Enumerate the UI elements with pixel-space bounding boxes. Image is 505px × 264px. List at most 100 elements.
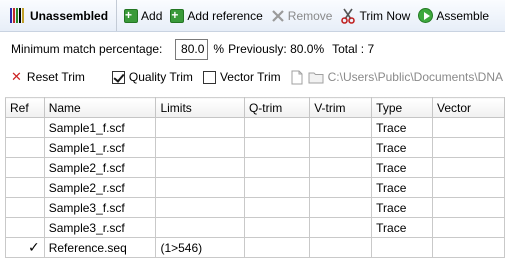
type-cell[interactable]: Trace [371,117,434,138]
v-trim-cell[interactable] [309,237,373,258]
panel-title-label: Unassembled [30,8,109,23]
trim-options-row: ✕ Reset Trim Quality Trim Vector Trim C:… [11,65,505,89]
sequence-grid: Ref Name Limits Q-trim V-trim Type Vecto… [5,97,505,258]
v-trim-cell[interactable] [309,177,373,198]
file-icon[interactable] [291,70,303,85]
table-row[interactable]: Sample2_f.scf Trace [5,157,505,178]
barcode-icon [10,8,24,23]
toolbar: Unassembled + Add + Add reference Remove… [0,0,505,32]
assemble-button-label: Assemble [436,8,490,23]
vector-cell[interactable] [432,197,505,218]
q-trim-cell[interactable] [243,117,311,138]
column-header-limits[interactable]: Limits [155,97,245,118]
limits-cell[interactable]: (1>546) [155,237,245,258]
vector-cell[interactable] [432,217,505,238]
folder-icon[interactable] [308,70,324,84]
v-trim-cell[interactable] [309,137,373,158]
ref-cell[interactable] [5,177,45,198]
vector-cell[interactable] [432,117,505,138]
limits-cell[interactable] [155,157,245,178]
percent-sign: % [213,42,225,56]
column-header-name[interactable]: Name [43,97,157,118]
previously-text: Previously: 80.0% [228,42,325,56]
limits-cell[interactable] [155,217,245,238]
table-row[interactable]: Sample1_f.scf Trace [5,117,505,138]
plus-icon: + [170,8,185,23]
quality-trim-check-box[interactable] [111,70,125,84]
plus-icon: + [124,8,139,23]
table-row[interactable]: Sample2_r.scf Trace [5,177,505,198]
q-trim-cell[interactable] [243,157,311,178]
add-button-label: Add [141,8,163,23]
type-cell[interactable]: Trace [371,137,434,158]
q-trim-cell[interactable] [243,177,311,198]
limits-cell[interactable] [155,177,245,198]
limits-cell[interactable] [155,197,245,218]
type-cell[interactable]: Trace [371,157,434,178]
x-icon [271,9,285,23]
match-options-row: Minimum match percentage: % Previously: … [11,37,374,61]
min-match-input[interactable] [175,38,209,60]
assemble-button[interactable]: Assemble [414,0,493,31]
vector-trim-label: Vector Trim [219,70,281,84]
vector-cell[interactable] [432,157,505,178]
q-trim-cell[interactable] [243,237,311,258]
add-reference-button-label: Add reference [187,8,263,23]
add-button[interactable]: + Add [120,0,166,31]
q-trim-cell[interactable] [243,137,311,158]
table-row[interactable]: Sample3_r.scf Trace [5,217,505,238]
name-cell[interactable]: Sample3_r.scf [43,217,157,238]
q-trim-cell[interactable] [243,197,311,218]
ref-cell[interactable]: ✓ [5,237,45,258]
ref-cell[interactable] [5,197,45,218]
limits-cell[interactable] [155,137,245,158]
name-cell[interactable]: Sample3_f.scf [43,197,157,218]
remove-button[interactable]: Remove [267,0,337,31]
panel-title: Unassembled [0,0,118,31]
vector-trim-check-box[interactable] [202,70,216,84]
table-row[interactable]: Sample1_r.scf Trace [5,137,505,158]
reset-trim-button[interactable]: ✕ Reset Trim [11,69,85,85]
column-header-vector[interactable]: Vector [432,97,505,118]
column-header-q-trim[interactable]: Q-trim [243,97,311,118]
name-cell[interactable]: Reference.seq [43,237,157,258]
total-text: Total : 7 [332,42,375,56]
quality-trim-label: Quality Trim [128,70,193,84]
scissors-icon [340,8,356,24]
type-cell[interactable]: Trace [371,217,434,238]
quality-trim-checkbox[interactable]: Quality Trim [111,70,193,84]
v-trim-cell[interactable] [309,197,373,218]
play-icon [418,8,434,23]
min-match-label: Minimum match percentage: [11,42,163,56]
type-cell[interactable]: Trace [371,197,434,218]
column-header-ref[interactable]: Ref [5,97,45,118]
vector-trim-checkbox[interactable]: Vector Trim [202,70,281,84]
name-cell[interactable]: Sample1_f.scf [43,117,157,138]
limits-cell[interactable] [155,117,245,138]
type-cell[interactable]: Trace [371,177,434,198]
reset-trim-label: Reset Trim [26,70,85,84]
ref-cell[interactable] [5,117,45,138]
q-trim-cell[interactable] [243,217,311,238]
table-row[interactable]: ✓ Reference.seq (1>546) [5,237,505,258]
vector-cell[interactable] [432,177,505,198]
ref-cell[interactable] [5,157,45,178]
vector-cell[interactable] [432,137,505,158]
trim-now-button[interactable]: Trim Now [336,0,414,31]
name-cell[interactable]: Sample2_r.scf [43,177,157,198]
column-header-v-trim[interactable]: V-trim [309,97,373,118]
name-cell[interactable]: Sample2_f.scf [43,157,157,178]
vector-cell[interactable] [432,237,505,258]
column-header-type[interactable]: Type [371,97,434,118]
ref-cell[interactable] [5,137,45,158]
add-reference-button[interactable]: + Add reference [166,0,266,31]
v-trim-cell[interactable] [309,157,373,178]
vector-file-path: C:\Users\Public\Documents\DNA [327,70,504,84]
name-cell[interactable]: Sample1_r.scf [43,137,157,158]
ref-cell[interactable] [5,217,45,238]
type-cell[interactable] [371,237,434,258]
v-trim-cell[interactable] [309,217,373,238]
table-row[interactable]: Sample3_f.scf Trace [5,197,505,218]
v-trim-cell[interactable] [309,117,373,138]
trim-now-button-label: Trim Now [359,8,411,23]
